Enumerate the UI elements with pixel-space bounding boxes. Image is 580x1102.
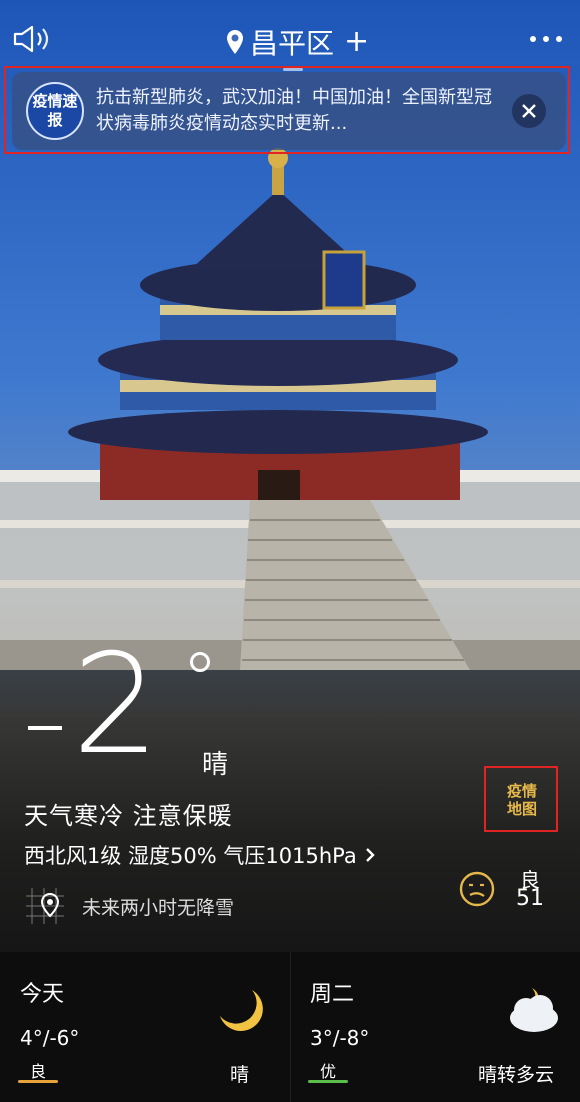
forecast-tuesday[interactable]: 周二 3°/-8° 优 晴转多云 xyxy=(290,952,580,1102)
forecast-range: 4°/-6° xyxy=(20,1026,80,1050)
air-quality-face-icon xyxy=(459,871,495,907)
daily-forecast: 今天 4°/-6° 良 晴 周二 3°/-8° 优 晴转多云 xyxy=(0,952,580,1102)
current-condition: 晴 xyxy=(202,750,229,780)
epidemic-news-banner[interactable]: 疫情速报 抗击新型肺炎，武汉加油！中国加油！全国新型冠状病毒肺炎疫情动态实时更新… xyxy=(12,72,566,150)
forecast-condition: 晴转多云 xyxy=(478,1064,555,1086)
forecast-aqi: 优 xyxy=(319,1062,336,1081)
forecast-condition: 晴 xyxy=(230,1064,250,1086)
top-bar: 昌平区 + xyxy=(0,10,580,71)
epidemic-news-badge: 疫情速报 xyxy=(26,82,84,140)
details-text: 西北风1级 湿度50% 气压1015hPa xyxy=(24,844,357,868)
temperature-value: 2 xyxy=(72,624,160,785)
location-name: 昌平区 xyxy=(250,27,335,60)
forecast-aqi-bar xyxy=(18,1080,58,1083)
forecast-day: 周二 xyxy=(310,982,355,1007)
air-quality[interactable]: 良 51 xyxy=(458,864,568,912)
forecast-day: 今天 xyxy=(20,982,65,1007)
degree-symbol xyxy=(190,652,210,672)
aqi-value: 51 xyxy=(516,886,544,911)
minus-sign xyxy=(28,726,62,730)
pin-icon xyxy=(227,30,243,54)
more-icon[interactable] xyxy=(522,36,562,46)
add-city-button[interactable]: + xyxy=(344,27,369,57)
banner-text: 抗击新型肺炎，武汉加油！中国加油！全国新型冠状病毒肺炎疫情动态实时更新... xyxy=(96,87,492,134)
map-pin-icon xyxy=(24,886,68,926)
forecast-today[interactable]: 今天 4°/-6° 良 晴 xyxy=(0,952,290,1102)
precipitation-forecast[interactable]: 未来两小时无降雪 xyxy=(24,886,284,926)
speaker-icon[interactable] xyxy=(12,24,52,54)
precipitation-text: 未来两小时无降雪 xyxy=(82,896,235,919)
cloud-moon-icon xyxy=(510,988,558,1032)
forecast-aqi-bar xyxy=(308,1080,348,1083)
moon-icon xyxy=(220,990,263,1031)
epidemic-map-button[interactable]: 疫情地图 xyxy=(484,766,558,832)
weather-details[interactable]: 西北风1级 湿度50% 气压1015hPa xyxy=(24,840,375,870)
chevron-right-icon xyxy=(365,848,375,862)
forecast-range: 3°/-8° xyxy=(310,1026,370,1050)
weather-tip: 天气寒冷 注意保暖 xyxy=(24,802,233,830)
epidemic-map-label: 疫情地图 xyxy=(506,782,537,818)
close-icon[interactable] xyxy=(512,94,546,128)
forecast-aqi: 良 xyxy=(29,1062,46,1081)
location-selector[interactable]: 昌平区 + xyxy=(226,22,369,62)
